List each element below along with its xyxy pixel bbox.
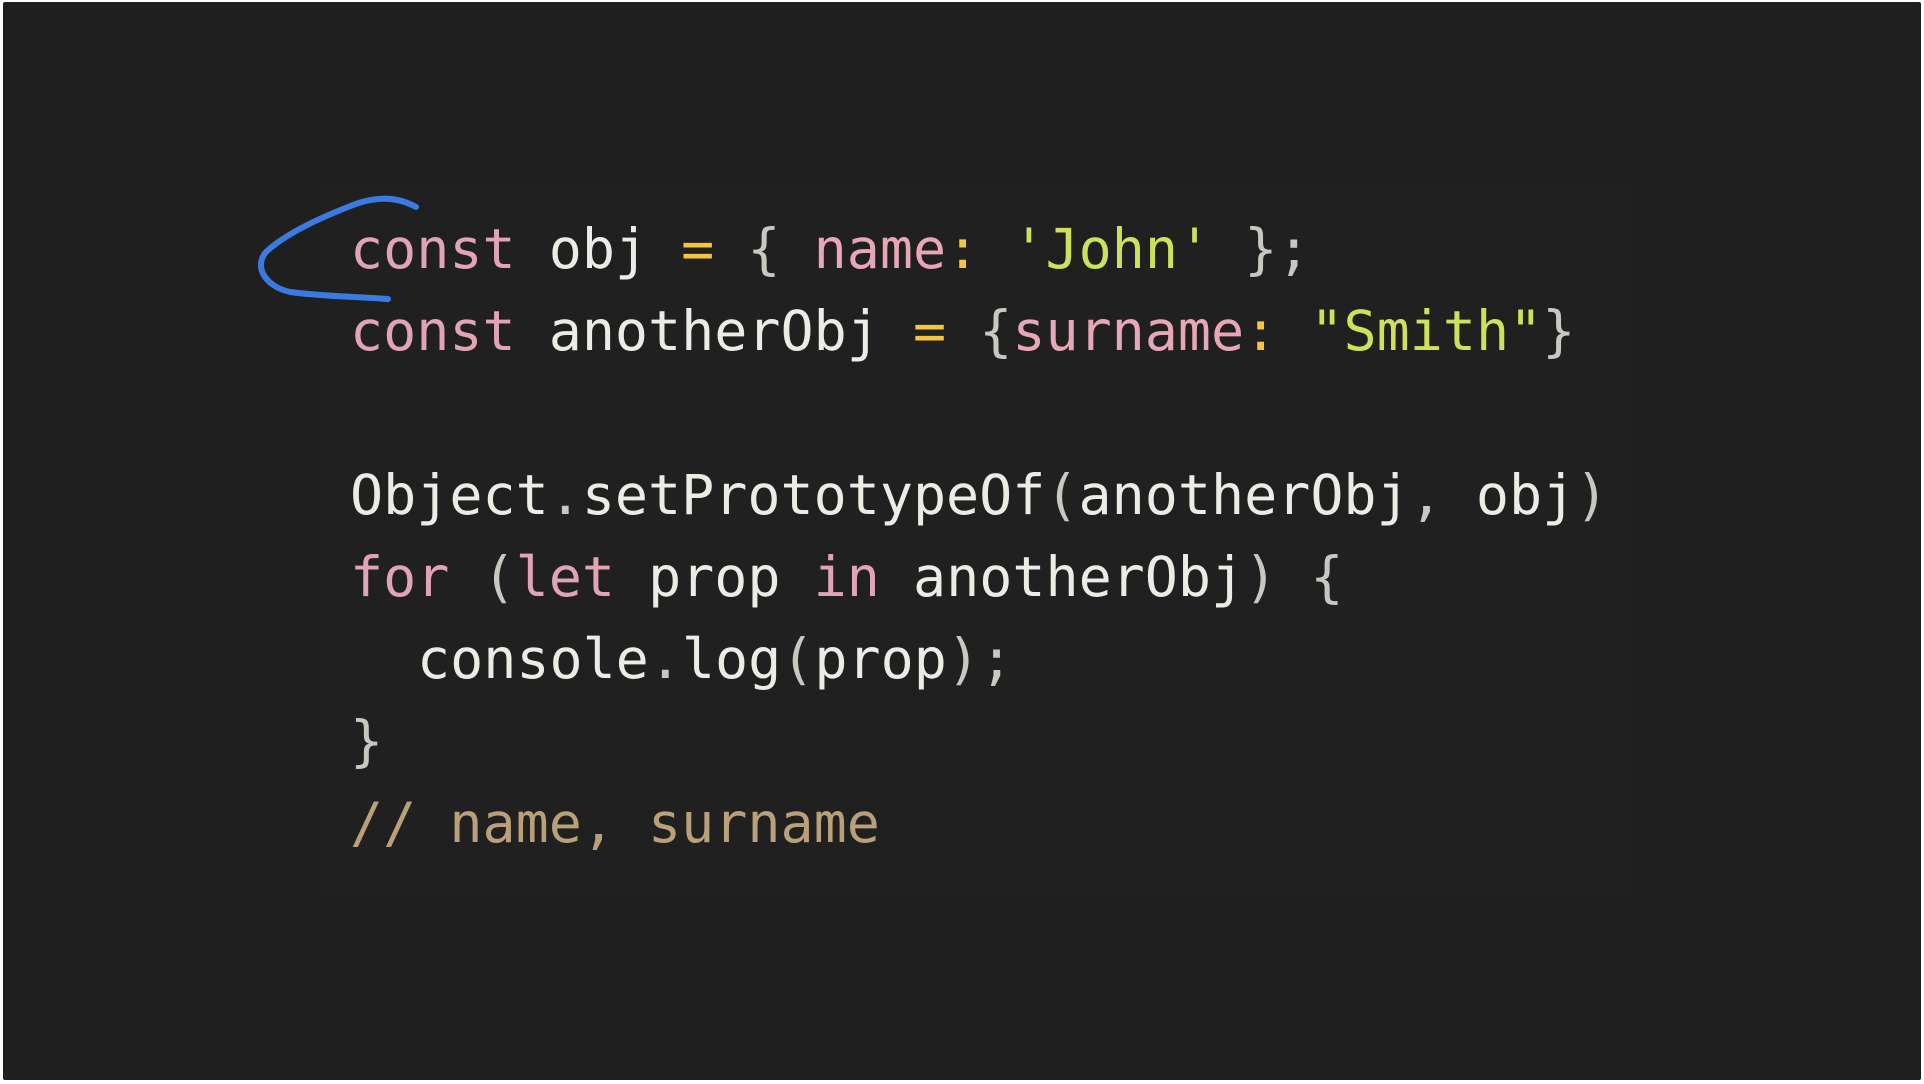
paren-open: ( [781, 627, 815, 691]
code-block: const obj = { name: 'John' }; const anoth… [350, 208, 1608, 864]
argument-anotherobj: anotherObj [1078, 463, 1410, 527]
method-setprototypeof: setPrototypeOf [581, 463, 1046, 527]
argument-prop: prop [814, 627, 947, 691]
identifier-anotherobj: anotherObj [913, 545, 1245, 609]
keyword-for: for [350, 545, 450, 609]
identifier-obj: obj [548, 217, 649, 281]
property-surname: surname [1012, 299, 1245, 363]
string-john: 'John' [1012, 217, 1212, 281]
identifier-object: Object [350, 463, 549, 527]
string-smith: "Smith" [1310, 299, 1543, 363]
brace-close: } [350, 709, 384, 773]
colon: : [946, 217, 980, 281]
code-line-5: console.log(prop); [350, 618, 1608, 700]
identifier-anotherobj: anotherObj [548, 299, 880, 363]
paren-open: ( [482, 545, 516, 609]
identifier-console: console [417, 627, 649, 691]
paren-close: ) [1575, 463, 1609, 527]
identifier-prop: prop [648, 545, 781, 609]
keyword-const: const [350, 217, 516, 281]
paren-close: ) [1244, 545, 1278, 609]
keyword-const: const [350, 299, 516, 363]
brace-open: { [979, 299, 1013, 363]
dot: . [648, 627, 682, 691]
code-line-1: const obj = { name: 'John' }; [350, 208, 1608, 290]
method-log: log [681, 627, 782, 691]
colon: : [1244, 299, 1278, 363]
code-line-2: const anotherObj = {surname: "Smith"} [350, 290, 1608, 372]
argument-obj: obj [1475, 463, 1576, 527]
code-line-4: for (let prop in anotherObj) { [350, 536, 1608, 618]
code-line-6: } [350, 700, 1608, 782]
video-frame: const obj = { name: 'John' }; const anoth… [0, 0, 1924, 1084]
dot: . [548, 463, 582, 527]
keyword-let: let [515, 545, 615, 609]
operator-assign: = [681, 217, 715, 281]
brace-open: { [747, 217, 781, 281]
operator-assign: = [912, 299, 947, 363]
brace-close: }; [1244, 217, 1311, 281]
paren-close: ); [946, 627, 1014, 691]
code-line-3: Object.setPrototypeOf(anotherObj, obj) [350, 454, 1608, 536]
comment-slashes: // [350, 791, 417, 855]
brace-close: } [1542, 299, 1576, 363]
paren-open: ( [1045, 463, 1079, 527]
brace-open: { [1310, 545, 1344, 609]
comma: , [1409, 463, 1443, 527]
comment-text: name, surname [449, 791, 880, 855]
property-name: name [813, 217, 947, 281]
keyword-in: in [813, 545, 880, 609]
code-line-7: // name, surname [350, 782, 1608, 864]
